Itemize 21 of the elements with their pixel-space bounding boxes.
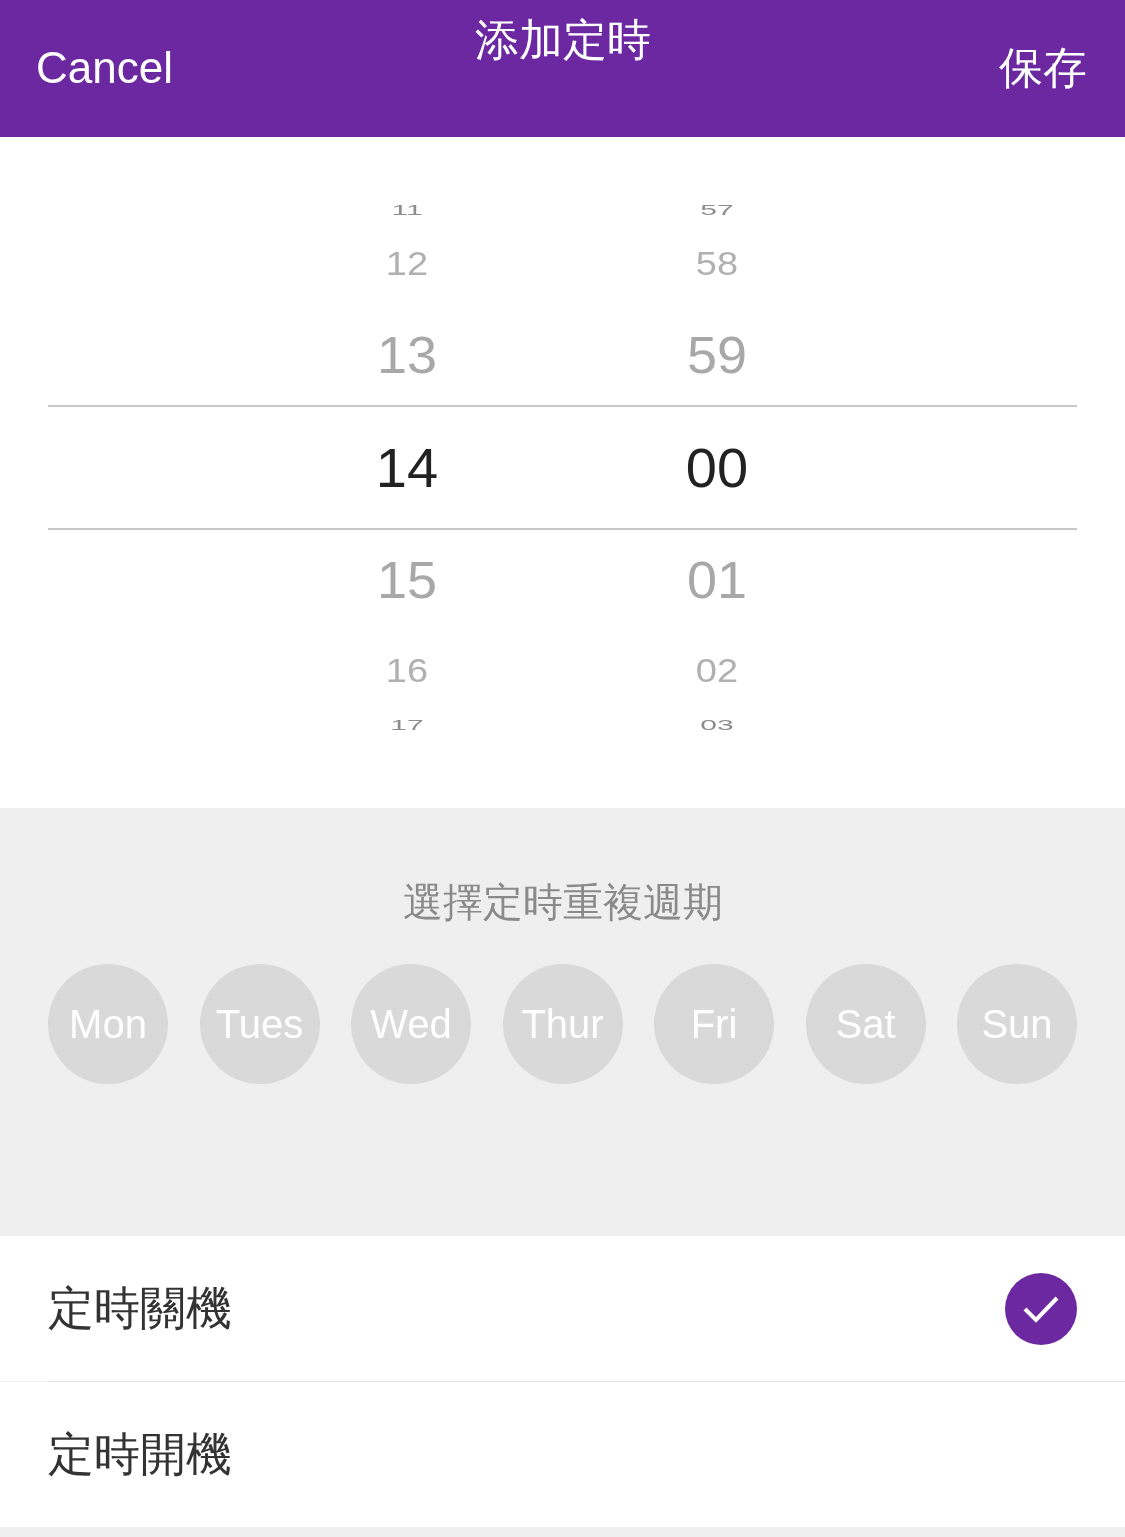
hour-option[interactable]: 14 xyxy=(307,439,507,496)
hour-option[interactable]: 15 xyxy=(307,554,507,606)
hour-option[interactable]: 13 xyxy=(307,329,507,381)
option-row[interactable]: 定時開機 xyxy=(0,1382,1125,1527)
hour-option[interactable]: 12 xyxy=(307,247,507,281)
minute-option[interactable]: 59 xyxy=(617,329,817,381)
minute-option[interactable]: 57 xyxy=(617,202,817,218)
minute-option[interactable]: 02 xyxy=(617,654,817,688)
minute-option[interactable]: 03 xyxy=(617,717,817,733)
section-title: 選擇定時重複週期 xyxy=(401,878,724,926)
option-label: 定時開機 xyxy=(48,1426,232,1483)
hour-option[interactable]: 17 xyxy=(307,717,507,733)
option-row[interactable]: 定時關機 xyxy=(0,1236,1125,1381)
minute-option[interactable]: 58 xyxy=(617,247,817,281)
hour-option[interactable]: 11 xyxy=(307,202,507,218)
minute-option[interactable]: 00 xyxy=(617,439,817,496)
save-button[interactable]: 保存 xyxy=(999,42,1087,95)
minute-option[interactable]: 01 xyxy=(617,554,817,606)
cancel-button[interactable]: Cancel xyxy=(36,42,173,95)
option-label: 定時關機 xyxy=(48,1280,232,1337)
hour-option[interactable]: 16 xyxy=(307,654,507,688)
